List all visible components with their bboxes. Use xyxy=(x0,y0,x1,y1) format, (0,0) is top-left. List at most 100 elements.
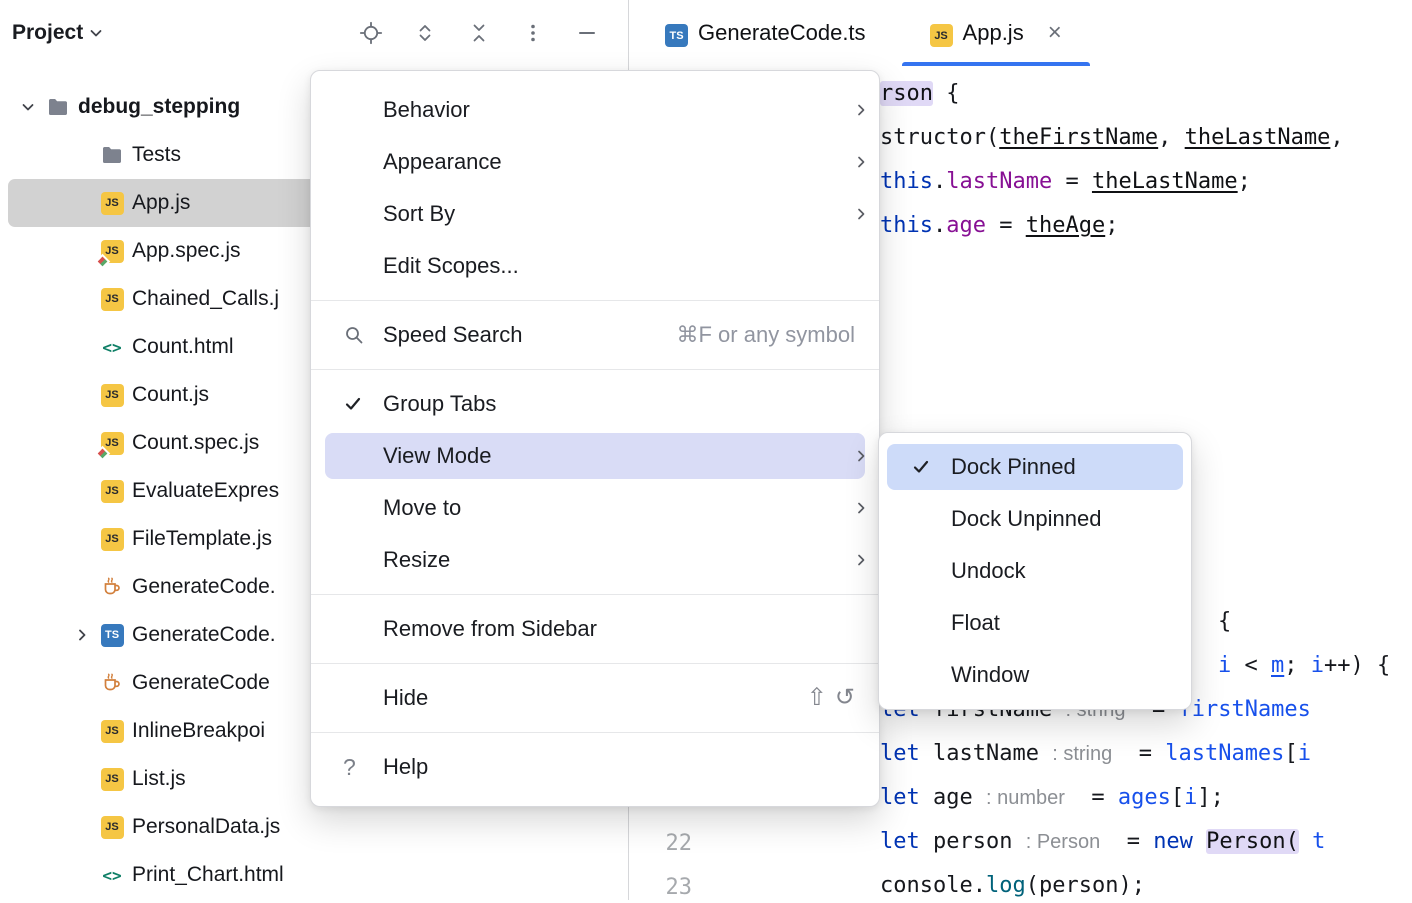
menu-item-resize[interactable]: Resize xyxy=(311,534,879,586)
code-line: this.lastName = theLastName; xyxy=(880,167,1251,197)
code-line: let age : number = ages[i]; xyxy=(880,783,1224,813)
tree-item-label: Count.spec.js xyxy=(132,431,259,455)
menu-shortcut: ⌘F or any symbol xyxy=(677,322,856,348)
menu-item-group-tabs[interactable]: Group Tabs xyxy=(311,378,879,430)
chevron-spacer xyxy=(70,191,94,215)
menu-item-view-mode[interactable]: View Mode xyxy=(311,430,879,482)
chevron-spacer xyxy=(70,239,94,263)
editor-tab-bar: TSGenerateCode.ts JS App.js × xyxy=(629,0,1412,66)
chevron-spacer xyxy=(70,383,94,407)
search-icon xyxy=(311,324,383,346)
code-line: this.age = theAge; xyxy=(880,211,1118,241)
shift-icon: ⇧ xyxy=(807,686,827,710)
chevron-spacer xyxy=(70,143,94,167)
menu-item-dock-unpinned[interactable]: Dock Unpinned xyxy=(879,493,1191,545)
js-icon: JS xyxy=(100,287,124,311)
submenu-arrow-icon xyxy=(853,154,869,170)
menu-item-label: Float xyxy=(951,610,1000,636)
line-number: 22 xyxy=(628,829,692,859)
code-line: console.log(person); xyxy=(880,871,1145,901)
menu-item-label: Hide xyxy=(383,685,428,711)
tab-app-js[interactable]: JS App.js × xyxy=(898,0,1094,66)
tree-item-label: FileTemplate.js xyxy=(132,527,272,551)
tree-item-label: Count.js xyxy=(132,383,209,407)
chevron-down-icon[interactable] xyxy=(16,95,40,119)
check-icon xyxy=(311,394,383,414)
menu-item-float[interactable]: Float xyxy=(879,597,1191,649)
close-tab-icon[interactable]: × xyxy=(1048,21,1062,45)
view-mode-submenu: Dock Pinned Dock Unpinned Undock Float Windo… xyxy=(878,432,1192,710)
menu-item-label: Dock Unpinned xyxy=(951,506,1101,532)
menu-separator xyxy=(311,663,879,664)
line-number: 23 xyxy=(628,873,692,903)
menu-item-dock-pinned[interactable]: Dock Pinned xyxy=(879,441,1191,493)
submenu-arrow-icon xyxy=(853,500,869,516)
tree-item-label: GenerateCode. xyxy=(132,575,276,599)
js-icon: JS xyxy=(100,815,124,839)
menu-item-label: Remove from Sidebar xyxy=(383,616,597,642)
tree-item-label: debug_stepping xyxy=(78,95,240,119)
submenu-arrow-icon xyxy=(853,102,869,118)
tree-item-label: App.spec.js xyxy=(132,239,241,263)
folder-icon xyxy=(100,143,124,167)
code-line: let lastName : string = lastNames[i xyxy=(880,739,1311,769)
menu-item-sort-by[interactable]: Sort By xyxy=(311,188,879,240)
code-line: { xyxy=(1218,607,1231,637)
chevron-right-icon[interactable] xyxy=(70,623,94,647)
chevron-spacer xyxy=(70,287,94,311)
check-icon xyxy=(879,457,951,477)
menu-item-label: Speed Search xyxy=(383,322,522,348)
js-file-icon: JS xyxy=(930,19,953,48)
menu-item-hide[interactable]: Hide ⇧ ↺ xyxy=(311,672,879,724)
menu-item-behavior[interactable]: Behavior xyxy=(311,84,879,136)
menu-item-move-to[interactable]: Move to xyxy=(311,482,879,534)
menu-item-speed-search[interactable]: Speed Search ⌘F or any symbol xyxy=(311,309,879,361)
tree-item-label: Count.html xyxy=(132,335,234,359)
menu-item-appearance[interactable]: Appearance xyxy=(311,136,879,188)
minimize-icon[interactable] xyxy=(574,20,600,46)
tree-item-label: App.js xyxy=(132,191,190,215)
menu-item-undock[interactable]: Undock xyxy=(879,545,1191,597)
expand-all-icon[interactable] xyxy=(412,20,438,46)
chevron-spacer xyxy=(70,527,94,551)
code-line: rson { xyxy=(880,79,959,109)
menu-item-label: Undock xyxy=(951,558,1026,584)
menu-item-help[interactable]: ?Help xyxy=(311,741,879,793)
chevron-spacer xyxy=(70,719,94,743)
menu-item-label: Dock Pinned xyxy=(951,454,1076,480)
menu-item-edit-scopes[interactable]: Edit Scopes... xyxy=(311,240,879,292)
collapse-all-icon[interactable] xyxy=(466,20,492,46)
chevron-down-icon[interactable] xyxy=(87,24,105,42)
project-panel-header: Project xyxy=(0,0,628,66)
code-line: let person : Person = new Person( t xyxy=(880,827,1325,857)
menu-item-label: Appearance xyxy=(383,149,502,175)
tab-label: App.js xyxy=(963,20,1024,46)
tab-generatecode-ts[interactable]: TSGenerateCode.ts xyxy=(633,0,898,66)
project-title[interactable]: Project xyxy=(12,21,83,45)
menu-item-label: Resize xyxy=(383,547,450,573)
chevron-spacer xyxy=(70,863,94,887)
tree-item-personaldata-js[interactable]: JSPersonalData.js xyxy=(8,803,620,851)
js-icon: JS xyxy=(100,719,124,743)
more-icon[interactable] xyxy=(520,20,546,46)
tree-item-label: Tests xyxy=(132,143,181,167)
js-icon: JS xyxy=(100,383,124,407)
menu-separator xyxy=(311,369,879,370)
chevron-spacer xyxy=(70,671,94,695)
menu-item-window[interactable]: Window xyxy=(879,649,1191,701)
chevron-spacer xyxy=(70,431,94,455)
chevron-spacer xyxy=(70,815,94,839)
html-icon: <> xyxy=(100,335,124,359)
menu-item-label: View Mode xyxy=(383,443,491,469)
menu-item-remove-from-sidebar[interactable]: Remove from Sidebar xyxy=(311,603,879,655)
java-icon xyxy=(100,671,124,695)
context-menu: Behavior Appearance Sort ByEdit Scopes... S… xyxy=(310,70,880,807)
locate-icon[interactable] xyxy=(358,20,384,46)
menu-item-label: Help xyxy=(383,754,428,780)
chevron-spacer xyxy=(70,335,94,359)
tree-item-print-chart-html[interactable]: <>Print_Chart.html xyxy=(8,851,620,899)
menu-separator xyxy=(311,300,879,301)
menu-separator xyxy=(311,732,879,733)
project-panel-toolbar xyxy=(358,0,600,66)
escape-icon: ↺ xyxy=(835,686,855,710)
